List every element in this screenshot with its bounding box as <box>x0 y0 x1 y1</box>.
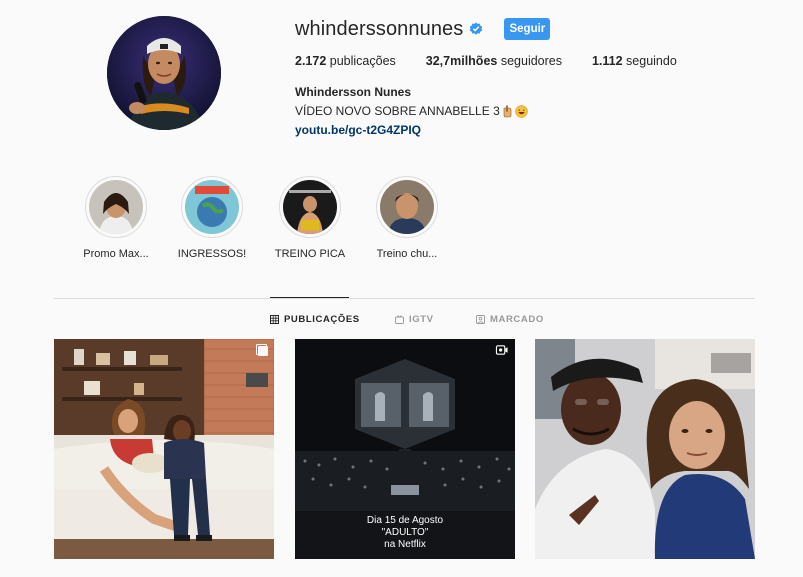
laughing-face-emoji-icon <box>515 104 528 118</box>
highlight-label: Treino chu... <box>376 248 438 260</box>
tab-marcado[interactable]: MARCADO <box>476 314 544 325</box>
full-name: Whindersson Nunes <box>295 85 412 99</box>
verified-badge-icon <box>470 22 483 35</box>
posts-label: publicações <box>326 54 396 68</box>
followers-stat[interactable]: 32,7milhões seguidores <box>426 54 562 68</box>
carousel-icon <box>256 344 268 356</box>
tab-publicacoes[interactable]: PUBLICAÇÕES <box>270 314 360 325</box>
posts-stat: 2.172 publicações <box>295 54 396 68</box>
overlay-line: Dia 15 de Agosto <box>366 515 444 526</box>
pointing-hand-emoji-icon <box>503 104 512 117</box>
username: whinderssonnunes <box>295 17 464 40</box>
overlay-line: na Netflix <box>384 539 426 550</box>
active-tab-indicator <box>270 297 349 298</box>
highlight-cover-image <box>283 180 337 234</box>
post-overlay-text: Dia 15 de Agosto "ADULTO" na Netflix <box>295 515 515 551</box>
overlay-line: "ADULTO" <box>381 527 429 538</box>
post-thumbnail[interactable]: Dia 15 de Agosto "ADULTO" na Netflix <box>295 339 515 559</box>
following-label: seguindo <box>622 54 677 68</box>
highlight-cover-image <box>185 180 239 234</box>
tab-label: PUBLICAÇÕES <box>284 314 360 325</box>
tabs-divider <box>54 298 755 299</box>
posts-count: 2.172 <box>295 54 327 68</box>
following-count: 1.112 <box>591 54 623 68</box>
tab-label: MARCADO <box>490 314 544 325</box>
profile-info: whinderssonnunes Seguir 2.172 publicaçõe… <box>295 16 775 138</box>
highlight-item[interactable]: Treino chu... <box>367 176 447 260</box>
bio-text: VÍDEO NOVO SOBRE ANNABELLE 3 <box>295 104 500 118</box>
igtv-icon <box>395 315 404 324</box>
tab-label: IGTV <box>409 314 434 325</box>
follow-button[interactable]: Seguir <box>504 18 551 40</box>
igtv-video-icon <box>495 345 508 355</box>
profile-stats: 2.172 publicações 32,7milhões seguidores… <box>295 54 707 68</box>
highlight-label: Promo Max... <box>83 248 149 260</box>
highlight-label: TREINO PICA <box>274 248 346 260</box>
followers-count: 32,7milhões <box>425 54 498 68</box>
highlight-label: INGRESSOS! <box>177 248 247 260</box>
profile-link[interactable]: youtu.be/gc-t2G4ZPIQ <box>295 123 421 137</box>
followers-label: seguidores <box>497 54 562 68</box>
tab-igtv[interactable]: IGTV <box>395 314 434 325</box>
post-thumbnail[interactable] <box>54 339 274 559</box>
story-highlights: Promo Max... INGRESSOS! TREINO PICA Trei… <box>0 176 803 266</box>
highlight-cover-image <box>380 180 434 234</box>
profile-avatar[interactable] <box>107 16 221 130</box>
highlight-item[interactable]: TREINO PICA <box>270 176 350 260</box>
highlight-cover-image <box>89 180 143 234</box>
bio: VÍDEO NOVO SOBRE ANNABELLE 3 <box>295 104 528 118</box>
grid-icon <box>270 315 279 324</box>
tagged-icon <box>476 315 485 324</box>
highlight-item[interactable]: Promo Max... <box>76 176 156 260</box>
highlight-item[interactable]: INGRESSOS! <box>172 176 252 260</box>
post-thumbnail[interactable] <box>535 339 755 559</box>
following-stat[interactable]: 1.112 seguindo <box>592 54 677 68</box>
